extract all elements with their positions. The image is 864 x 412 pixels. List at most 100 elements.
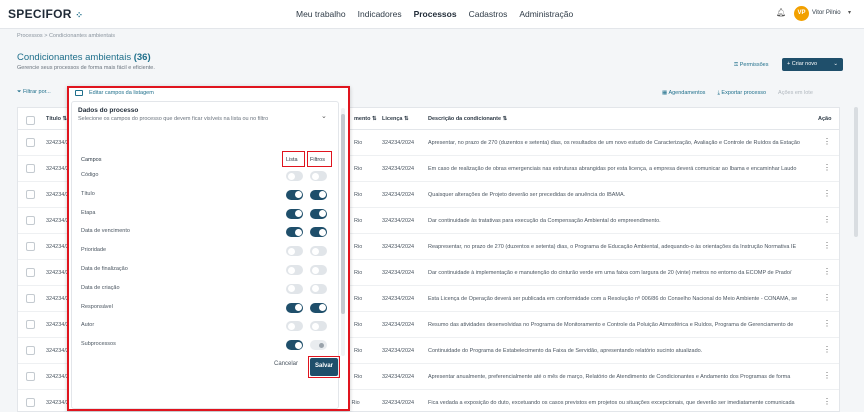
permissions-button[interactable]: ⚿ Permissões (734, 62, 768, 69)
table-columns-icon (75, 90, 83, 96)
chevron-down-icon[interactable]: ▾ (848, 9, 851, 16)
filter-visibility-toggle[interactable] (310, 302, 327, 313)
chevron-down-icon[interactable]: ⌄ (321, 112, 327, 120)
cell-description: Apresentar anualmente, preferencialmente… (428, 374, 791, 380)
cell-license: 324234/2024 (382, 218, 415, 224)
download-icon: ⤓ (717, 90, 720, 96)
cell-license: 324234/2024 (382, 192, 415, 198)
row-checkbox[interactable] (26, 216, 35, 225)
row-menu-icon[interactable]: ⋮ (823, 163, 831, 172)
field-label: Etapa (81, 209, 96, 216)
filter-visibility-toggle[interactable] (310, 208, 327, 219)
row-checkbox[interactable] (26, 138, 35, 147)
field-label: Responsável (81, 303, 113, 310)
row-menu-icon[interactable]: ⋮ (823, 345, 831, 354)
page-title: Condicionantes ambientais (36) (17, 52, 151, 63)
save-button[interactable]: Salvar (310, 358, 338, 376)
filter-visibility-toggle[interactable] (310, 227, 327, 238)
row-menu-icon[interactable]: ⋮ (823, 397, 831, 406)
list-visibility-toggle[interactable] (286, 208, 303, 219)
list-visibility-toggle[interactable] (286, 340, 303, 351)
cell-license: 324234/2024 (382, 296, 415, 302)
cell-empreendimento: Rio (354, 192, 363, 198)
schedules-button[interactable]: ▦ Agendamentos (662, 90, 705, 97)
cell-title: 324234/2 (46, 296, 69, 302)
cell-empreendimento: Rio (354, 244, 363, 250)
field-label: Prioridade (81, 247, 107, 254)
filter-button[interactable]: ⏷ Filtrar por... (17, 89, 51, 96)
top-navbar: SPECIFOR ⁘ Meu trabalho Indicadores Proc… (0, 0, 864, 29)
batch-actions-button[interactable]: Ações em lote (778, 90, 813, 97)
field-row: Data de finalização (81, 262, 331, 280)
cancel-button[interactable]: Cancelar (274, 361, 298, 367)
list-visibility-toggle[interactable] (286, 321, 303, 332)
filter-visibility-toggle[interactable] (310, 189, 327, 200)
select-all-checkbox[interactable] (26, 116, 35, 125)
row-checkbox[interactable] (26, 190, 35, 199)
cell-title: 324234/2 (46, 140, 69, 146)
col-empreendimento[interactable]: mento ⇅ (354, 116, 377, 122)
list-visibility-toggle[interactable] (286, 265, 303, 275)
filter-visibility-toggle[interactable] (310, 246, 327, 257)
export-button[interactable]: ⤓ Exportar processo (717, 90, 766, 97)
row-menu-icon[interactable]: ⋮ (823, 319, 831, 328)
col-action: Ação (818, 116, 832, 122)
field-row: Prioridade (81, 243, 331, 261)
row-menu-icon[interactable]: ⋮ (823, 137, 831, 146)
nav-item-processos[interactable]: Processos (414, 9, 457, 19)
cell-description: Esta Licença de Operação deverá ser publ… (428, 296, 798, 302)
modal-scroll-thumb[interactable] (341, 114, 345, 314)
filter-visibility-toggle[interactable] (310, 171, 327, 181)
filter-visibility-toggle[interactable] (310, 283, 327, 294)
bell-icon[interactable]: 🔔︎ (776, 8, 786, 17)
cell-license: 324234/2024 (382, 166, 415, 172)
filter-visibility-toggle[interactable] (310, 340, 327, 351)
cell-description: Dar continuidade às tratativas para exec… (428, 218, 661, 224)
row-checkbox[interactable] (26, 294, 35, 303)
col-description[interactable]: Descrição da condicionante ⇅ (428, 116, 507, 122)
field-row: Responsável (81, 300, 331, 318)
field-label: Título (81, 190, 95, 197)
nav-item-meu-trabalho[interactable]: Meu trabalho (296, 9, 346, 19)
row-menu-icon[interactable]: ⋮ (823, 241, 831, 250)
field-label: Data de criação (81, 284, 120, 291)
list-visibility-toggle[interactable] (286, 283, 303, 294)
list-visibility-toggle[interactable] (286, 246, 303, 257)
nav-item-administracao[interactable]: Administração (519, 9, 573, 19)
row-checkbox[interactable] (26, 346, 35, 355)
list-visibility-toggle[interactable] (286, 171, 303, 181)
row-checkbox[interactable] (26, 320, 35, 329)
col-license[interactable]: Licença ⇅ (382, 116, 409, 122)
username[interactable]: Vitor Pilnio (812, 10, 841, 16)
col-title[interactable]: Título ⇅ (46, 116, 67, 122)
page-subtitle: Gerencie seus processos de forma mais fá… (17, 65, 155, 71)
row-checkbox[interactable] (26, 242, 35, 251)
row-menu-icon[interactable]: ⋮ (823, 267, 831, 276)
app-logo[interactable]: SPECIFOR ⁘ (8, 7, 83, 21)
list-visibility-toggle[interactable] (286, 227, 303, 238)
filter-visibility-toggle[interactable] (310, 321, 327, 332)
row-checkbox[interactable] (26, 164, 35, 173)
user-avatar[interactable]: VP (794, 6, 809, 21)
page-count: (36) (133, 52, 151, 63)
list-visibility-toggle[interactable] (286, 189, 303, 200)
row-menu-icon[interactable]: ⋮ (823, 215, 831, 224)
nav-item-indicadores[interactable]: Indicadores (358, 9, 402, 19)
row-menu-icon[interactable]: ⋮ (823, 189, 831, 198)
field-row: Data de criação (81, 281, 331, 299)
nav-item-cadastros[interactable]: Cadastros (469, 9, 508, 19)
row-menu-icon[interactable]: ⋮ (823, 371, 831, 380)
cell-license: 324234/2024 (382, 140, 415, 146)
row-checkbox[interactable] (26, 268, 35, 277)
page-scrollbar[interactable] (854, 107, 858, 237)
create-new-button[interactable]: + Criar novo ⌄ (782, 58, 843, 71)
row-menu-icon[interactable]: ⋮ (823, 293, 831, 302)
filter-visibility-toggle[interactable] (310, 265, 327, 275)
section-subtitle: Selecione os campos do processo que deve… (78, 116, 269, 122)
row-checkbox[interactable] (26, 398, 35, 407)
list-visibility-toggle[interactable] (286, 302, 303, 313)
calendar-icon: ▦ (662, 90, 668, 96)
row-checkbox[interactable] (26, 372, 35, 381)
modal-scrollbar[interactable] (341, 108, 345, 356)
cell-description: Apresentar, no prazo de 270 (duzentos e … (428, 140, 800, 146)
